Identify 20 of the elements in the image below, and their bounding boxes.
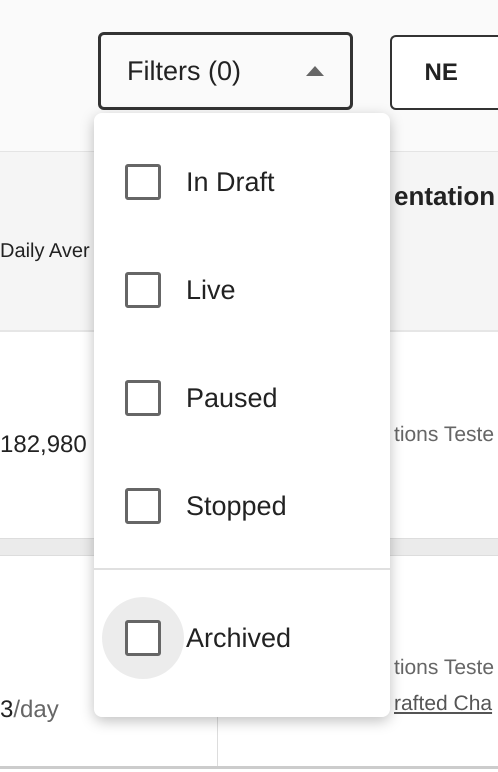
table-link[interactable]: rafted Cha [394, 692, 498, 716]
checkbox[interactable] [125, 164, 161, 200]
filter-option[interactable]: Archived [94, 568, 390, 706]
new-button[interactable]: NE [390, 35, 498, 110]
checkbox[interactable] [125, 620, 161, 656]
caret-up-icon [306, 66, 324, 76]
table-cell-text: tions Teste [394, 423, 496, 447]
column-header: entation [394, 180, 496, 212]
checkbox[interactable] [125, 488, 161, 524]
table-cell-text: tions Teste [394, 656, 496, 680]
filter-option[interactable]: Live [94, 236, 390, 344]
filter-option[interactable]: Stopped [94, 452, 390, 560]
checkbox[interactable] [125, 380, 161, 416]
filter-option[interactable]: Paused [94, 344, 390, 452]
filter-dropdown[interactable]: Filters (0) [98, 32, 354, 110]
filter-option[interactable]: In Draft [94, 128, 390, 236]
table-cell-text: 182,980 [0, 430, 88, 459]
table-cell-text: 3/day [0, 695, 60, 724]
column-header: Daily Aver [0, 238, 91, 262]
checkbox[interactable] [125, 272, 161, 308]
